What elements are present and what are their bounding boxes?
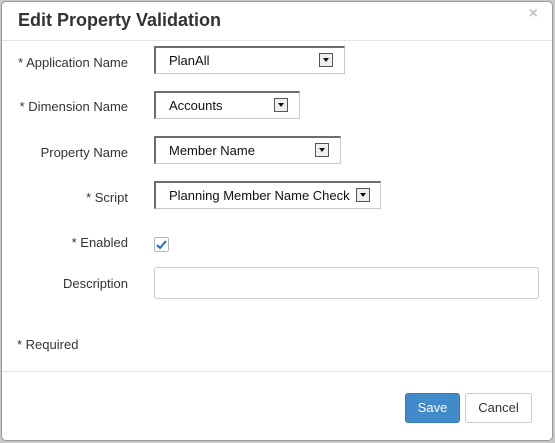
dimension-name-value: Accounts xyxy=(169,98,223,113)
close-icon[interactable]: × xyxy=(529,6,538,22)
application-name-label: * Application Name xyxy=(18,55,128,70)
enabled-label: * Enabled xyxy=(71,235,128,250)
application-name-select[interactable]: PlanAll xyxy=(154,46,345,74)
script-label: * Script xyxy=(86,190,128,205)
dialog-footer: Save Cancel xyxy=(2,371,552,440)
save-button[interactable]: Save xyxy=(405,393,460,423)
property-name-value: Member Name xyxy=(169,143,255,158)
dialog-header: Edit Property Validation × xyxy=(2,2,552,41)
property-name-label: Property Name xyxy=(40,145,128,160)
application-name-value: PlanAll xyxy=(169,53,210,68)
script-value: Planning Member Name Check xyxy=(169,188,350,203)
cancel-button[interactable]: Cancel xyxy=(465,393,532,423)
description-label: Description xyxy=(62,276,128,291)
edit-property-validation-dialog: Edit Property Validation × * Application… xyxy=(1,1,553,441)
chevron-down-icon xyxy=(319,53,333,67)
chevron-down-icon xyxy=(356,188,370,202)
chevron-down-icon xyxy=(274,98,288,112)
required-note: * Required xyxy=(17,337,79,352)
property-name-select[interactable]: Member Name xyxy=(154,136,341,164)
dialog-title: Edit Property Validation xyxy=(18,10,222,30)
checkmark-icon xyxy=(156,240,167,250)
dimension-name-label: * Dimension Name xyxy=(19,99,128,114)
chevron-down-icon xyxy=(315,143,329,157)
enabled-checkbox[interactable] xyxy=(154,237,169,252)
description-input[interactable] xyxy=(154,267,539,299)
script-select[interactable]: Planning Member Name Check xyxy=(154,181,381,209)
dimension-name-select[interactable]: Accounts xyxy=(154,91,300,119)
